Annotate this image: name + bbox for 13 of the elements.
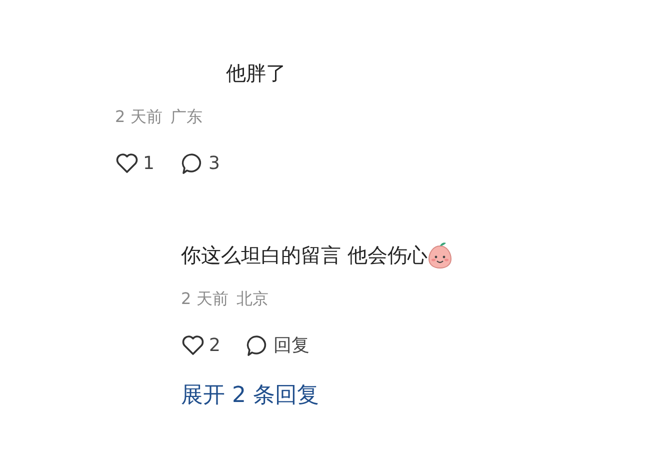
reply-count: 3 xyxy=(208,152,220,174)
location: 北京 xyxy=(236,288,268,310)
heart-icon[interactable] xyxy=(115,152,139,174)
timestamp: 2 天前 xyxy=(181,288,228,310)
like-count: 1 xyxy=(143,152,154,174)
comment-text: 他胖了 xyxy=(226,60,286,86)
location: 广东 xyxy=(170,106,202,128)
reply-link[interactable]: 回复 xyxy=(273,333,310,357)
timestamp: 2 天前 xyxy=(115,106,162,128)
comment-text: 你这么坦白的留言 他会伤心 xyxy=(181,242,428,268)
expand-replies-link[interactable]: 展开 2 条回复 xyxy=(181,383,319,408)
heart-icon[interactable] xyxy=(181,334,205,356)
like-count: 2 xyxy=(209,334,220,356)
